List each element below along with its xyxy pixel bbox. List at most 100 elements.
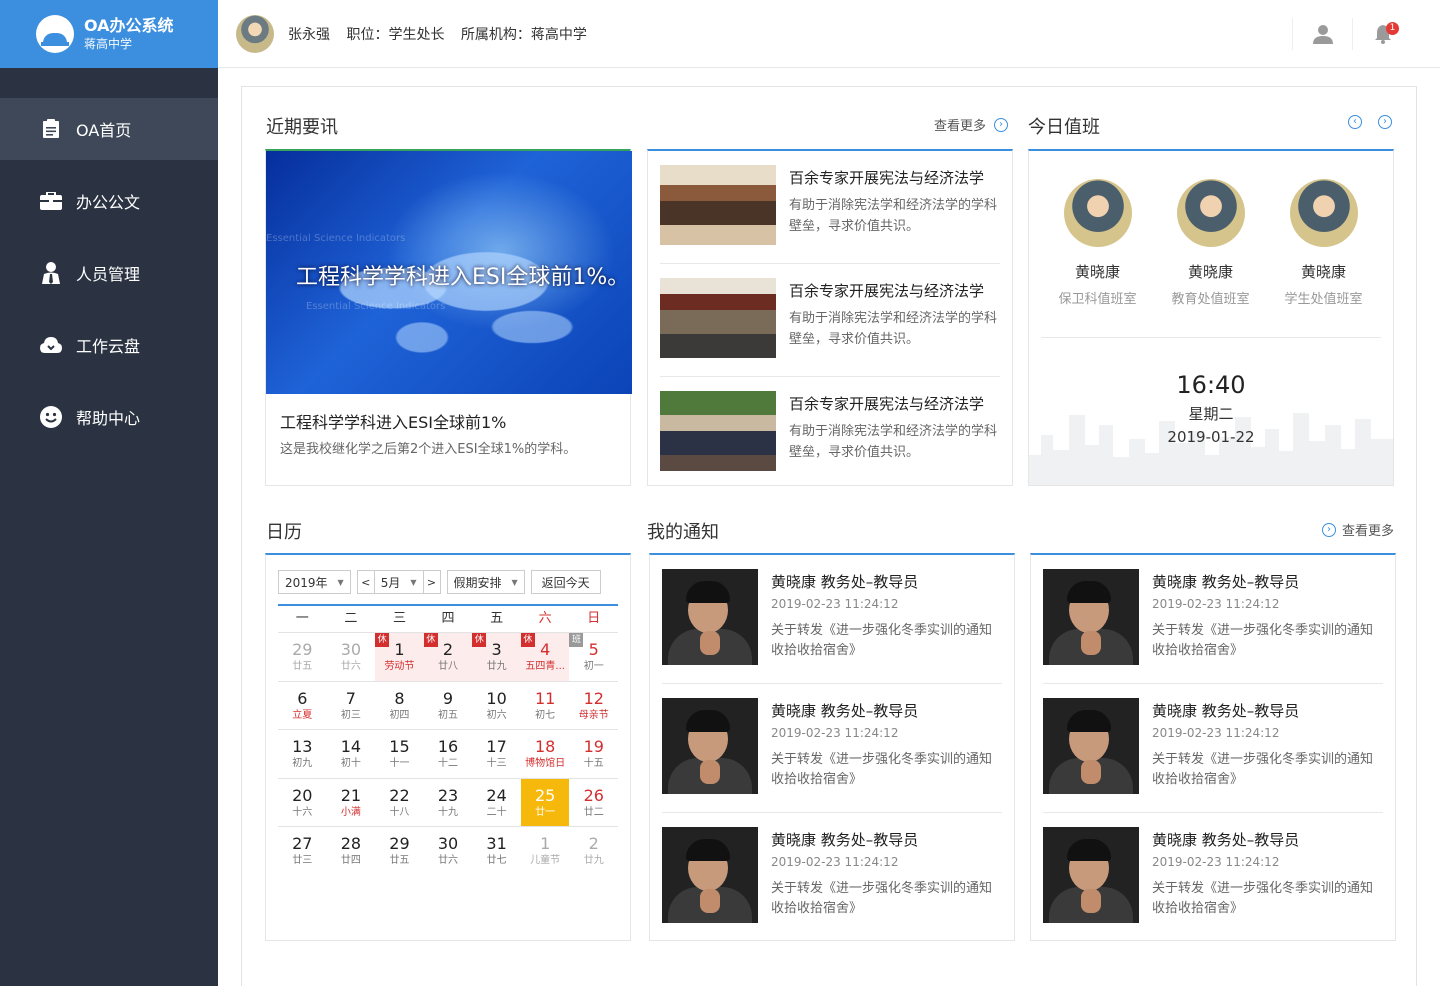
calendar-day-cell[interactable]: 班 5 初一 [569, 633, 618, 681]
calendar-day-cell[interactable]: 休 3 廿九 [472, 633, 521, 681]
calendar-day-cell[interactable]: 14 初十 [327, 730, 376, 778]
weekday-header: 二 [344, 611, 358, 626]
duty-dept: 学生处值班室 [1284, 292, 1363, 307]
calendar-day-cell[interactable]: 1 儿童节 [521, 827, 570, 875]
calendar-day-cell[interactable]: 30 廿六 [327, 633, 376, 681]
calendar-day-cell[interactable]: 8 初四 [375, 682, 424, 730]
calendar-day-cell[interactable]: 28 廿四 [327, 827, 376, 875]
duty-person[interactable]: 黄晓康 学生处值班室 [1267, 179, 1380, 307]
duty-name: 黄晓康 [1074, 263, 1120, 281]
month-select[interactable]: 5月 ▼ [374, 570, 423, 594]
year-select[interactable]: 2019年 ▼ [278, 570, 351, 594]
lunar-date: 廿七 [486, 855, 507, 867]
next-month-button[interactable]: > [422, 570, 441, 594]
calendar-day-cell[interactable]: 26 廿二 [569, 779, 618, 827]
notifications-button[interactable]: 1 [1352, 18, 1412, 50]
lunar-date: 初四 [389, 709, 410, 721]
calendar-day-cell[interactable]: 13 初九 [278, 730, 327, 778]
notice-item[interactable]: 黄晓康 教务处–教导员 2019-02-23 11:24:12 关于转发《进一步… [1043, 684, 1383, 813]
clock-time: 16:40 [1176, 371, 1246, 399]
calendar-day-cell[interactable]: 24 二十 [472, 779, 521, 827]
calendar-day-cell[interactable]: 2 廿九 [569, 827, 618, 875]
calendar-day-cell[interactable]: 29 廿五 [375, 827, 424, 875]
notice-item[interactable]: 黄晓康 教务处–教导员 2019-02-23 11:24:12 关于转发《进一步… [662, 555, 1002, 684]
holiday-tag: 休 [520, 633, 535, 647]
lunar-date: 十三 [486, 758, 507, 770]
news-item[interactable]: 百余专家开展宪法与经济法学 有助于消除宪法学和经济法学的学科壁垒，寻求价值共识。 [660, 264, 1000, 377]
calendar-day-cell[interactable]: 6 立夏 [278, 682, 327, 730]
lunar-date: 五四青... [525, 661, 565, 672]
holiday-select[interactable]: 假期安排 ▼ [446, 570, 525, 594]
duty-person[interactable]: 黄晓康 教育处值班室 [1154, 179, 1267, 307]
calendar-day-cell[interactable]: 30 廿六 [424, 827, 473, 875]
calendar-day-cell[interactable]: 休 4 五四青... [520, 633, 570, 681]
calendar-day-cell[interactable]: 10 初六 [472, 682, 521, 730]
caret-down-icon: ▼ [410, 577, 417, 587]
chevron-right-icon: › [1322, 522, 1336, 537]
notice-title: 黄晓康 教务处–教导员 [771, 831, 919, 849]
featured-news-card[interactable]: Essential Science Indicators Essential S… [265, 149, 632, 486]
news-item[interactable]: 百余专家开展宪法与经济法学 有助于消除宪法学和经济法学的学科壁垒，寻求价值共识。 [660, 377, 1000, 490]
sidebar-item-label: 帮助中心 [76, 409, 141, 428]
news-section-title: 近期要讯 [266, 117, 338, 138]
notice-more-link[interactable]: › 查看更多 [1322, 520, 1394, 539]
calendar-day-cell[interactable]: 19 十五 [569, 730, 618, 778]
profile-button[interactable] [1292, 18, 1352, 50]
notice-item[interactable]: 黄晓康 教务处–教导员 2019-02-23 11:24:12 关于转发《进一步… [1043, 813, 1383, 942]
calendar-day-cell[interactable]: 18 博物馆日 [521, 730, 570, 778]
calendar-day-cell[interactable]: 23 十九 [424, 779, 473, 827]
calendar-day-cell[interactable]: 休 2 廿八 [423, 633, 473, 681]
duty-prev-button[interactable]: ‹ [1348, 115, 1362, 129]
calendar-day-cell[interactable]: 27 廿三 [278, 827, 327, 875]
day-number: 25 [535, 785, 556, 805]
duty-dept: 保卫科值班室 [1058, 292, 1137, 307]
lunar-date: 十一 [389, 758, 410, 770]
calendar-day-cell[interactable]: 11 初七 [521, 682, 570, 730]
calendar-day-cell[interactable]: 17 十三 [472, 730, 521, 778]
holiday-tag: 休 [472, 633, 487, 647]
prev-month-button[interactable]: < [356, 570, 375, 594]
calendar-week-row: 27 廿三 28 廿四 29 廿五 30 廿六 31 廿七 1 儿童节 2 廿九 [278, 826, 618, 875]
calendar-day-cell[interactable]: 25 廿一 [520, 778, 570, 827]
back-to-today-button[interactable]: 返回今天 [530, 570, 601, 594]
notice-text: 关于转发《进一步强化冬季实训的通知收拾收拾宿舍》 [771, 881, 993, 916]
duty-person[interactable]: 黄晓康 保卫科值班室 [1041, 179, 1154, 307]
notice-sender-photo [662, 827, 758, 923]
calendar-day-cell[interactable]: 12 母亲节 [569, 682, 618, 730]
calendar-day-cell[interactable]: 休 1 劳动节 [375, 633, 424, 681]
duty-next-button[interactable]: › [1378, 115, 1392, 129]
sidebar-item-cloud-drive[interactable]: 工作云盘 [0, 314, 218, 376]
day-number: 15 [389, 737, 410, 757]
lunar-date: 廿五 [292, 661, 313, 672]
calendar-day-cell[interactable]: 16 十二 [424, 730, 473, 778]
sidebar-item-staff[interactable]: 人员管理 [0, 242, 218, 304]
duty-name: 黄晓康 [1187, 263, 1233, 281]
school-emblem-icon [36, 15, 74, 53]
user-avatar[interactable] [236, 14, 274, 53]
calendar-day-cell[interactable]: 9 初五 [424, 682, 473, 730]
news-item-title: 百余专家开展宪法与经济法学 [789, 395, 985, 413]
holiday-select-value: 假期安排 [453, 575, 502, 590]
news-item[interactable]: 百余专家开展宪法与经济法学 有助于消除宪法学和经济法学的学科壁垒，寻求价值共识。 [660, 151, 1000, 264]
sidebar-item-help[interactable]: 帮助中心 [0, 386, 218, 448]
calendar-day-cell[interactable]: 15 十一 [375, 730, 424, 778]
news-more-link[interactable]: 查看更多 › [934, 115, 1009, 134]
notice-card-right: 黄晓康 教务处–教导员 2019-02-23 11:24:12 关于转发《进一步… [1030, 553, 1396, 941]
smile-icon [40, 406, 62, 428]
sidebar-item-home[interactable]: OA首页 [0, 98, 218, 160]
notice-item[interactable]: 黄晓康 教务处–教导员 2019-02-23 11:24:12 关于转发《进一步… [662, 684, 1002, 813]
calendar-day-cell[interactable]: 22 十八 [375, 779, 424, 827]
notice-item[interactable]: 黄晓康 教务处–教导员 2019-02-23 11:24:12 关于转发《进一步… [662, 813, 1002, 942]
logo[interactable]: OA办公系统 蒋高中学 [0, 0, 218, 68]
calendar-day-cell[interactable]: 7 初三 [327, 682, 376, 730]
sidebar-item-documents[interactable]: 办公公文 [0, 170, 218, 232]
lunar-date: 十六 [292, 806, 313, 818]
weekday-header: 日 [587, 611, 601, 626]
calendar-week-row: 13 初九 14 初十 15 十一 16 十二 17 十三 18 博物馆日 19 十五 [278, 729, 618, 778]
workday-tag: 班 [569, 633, 584, 647]
notice-item[interactable]: 黄晓康 教务处–教导员 2019-02-23 11:24:12 关于转发《进一步… [1043, 555, 1383, 684]
calendar-day-cell[interactable]: 29 廿五 [278, 633, 327, 681]
calendar-day-cell[interactable]: 31 廿七 [472, 827, 521, 875]
calendar-day-cell[interactable]: 21 小满 [327, 779, 376, 827]
calendar-day-cell[interactable]: 20 十六 [278, 779, 327, 827]
